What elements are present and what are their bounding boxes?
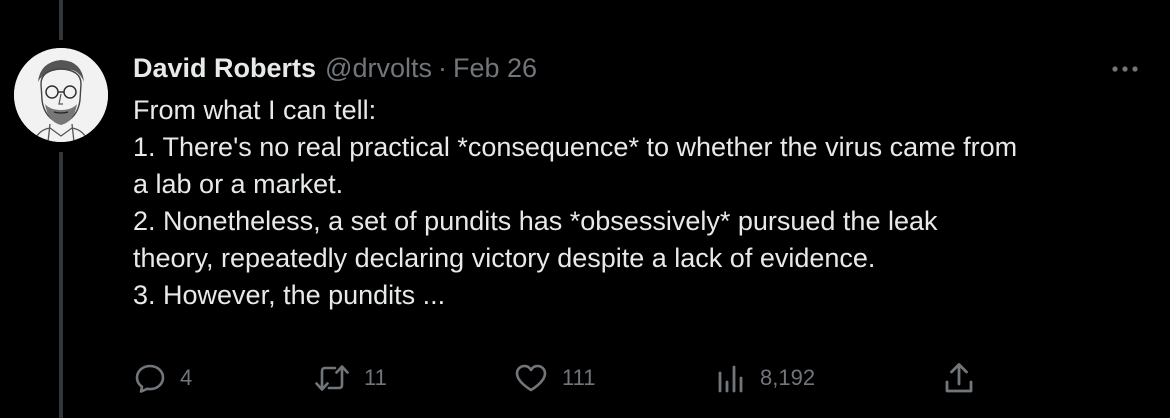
tweet-text-line: 1. There's no real practical *consequenc…	[133, 132, 1018, 162]
author-name[interactable]: David Roberts	[133, 53, 316, 84]
thread-line-top	[59, 0, 63, 40]
reply-button[interactable]: 4	[134, 361, 192, 395]
tweet-text-line: 3. However, the pundits ...	[133, 280, 446, 310]
tweet-text-line: From what I can tell:	[133, 95, 377, 125]
tweet-text: From what I can tell: 1. There's no real…	[133, 92, 1143, 314]
like-button[interactable]: 111	[514, 361, 595, 395]
reply-icon	[134, 363, 166, 393]
views-count: 8,192	[760, 365, 816, 390]
avatar[interactable]	[14, 48, 108, 142]
tweet-text-line: 2. Nonetheless, a set of pundits has *ob…	[133, 206, 938, 236]
retweet-icon	[314, 363, 350, 393]
views-button[interactable]: 8,192	[716, 361, 815, 395]
like-count: 111	[562, 365, 596, 390]
avatar-sketch-image	[14, 48, 108, 142]
more-button[interactable]	[1108, 56, 1142, 82]
tweet-date[interactable]: Feb 26	[453, 53, 537, 84]
author-handle[interactable]: @drvolts	[325, 53, 432, 84]
tweet-text-line: theory, repeatedly declaring victory des…	[133, 243, 876, 273]
tweet-actions: 4 11 111 8,192	[0, 361, 1170, 395]
tweet-text-line: a lab or a market.	[133, 169, 344, 199]
share-icon	[944, 362, 974, 394]
retweet-button[interactable]: 11	[314, 361, 387, 395]
heart-icon	[514, 363, 548, 393]
analytics-icon	[716, 363, 746, 393]
tweet-header: David Roberts @drvolts · Feb 26	[133, 50, 537, 86]
reply-count: 4	[180, 365, 193, 390]
share-button[interactable]	[944, 361, 974, 395]
more-icon	[1111, 60, 1139, 78]
separator-dot: ·	[437, 52, 447, 83]
retweet-count: 11	[364, 365, 387, 390]
